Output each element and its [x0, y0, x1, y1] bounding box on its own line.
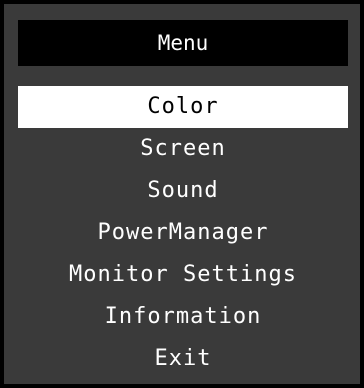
osd-menu-panel: Menu Color Screen Sound PowerManager Mon…	[0, 0, 364, 388]
menu-item-sound[interactable]: Sound	[18, 170, 348, 212]
menu-item-monitor-settings[interactable]: Monitor Settings	[18, 254, 348, 296]
menu-item-color[interactable]: Color	[18, 86, 348, 128]
menu-list: Color Screen Sound PowerManager Monitor …	[18, 86, 348, 380]
menu-item-screen[interactable]: Screen	[18, 128, 348, 170]
menu-title: Menu	[18, 20, 348, 66]
menu-item-powermanager[interactable]: PowerManager	[18, 212, 348, 254]
menu-item-information[interactable]: Information	[18, 296, 348, 338]
menu-item-exit[interactable]: Exit	[18, 338, 348, 380]
